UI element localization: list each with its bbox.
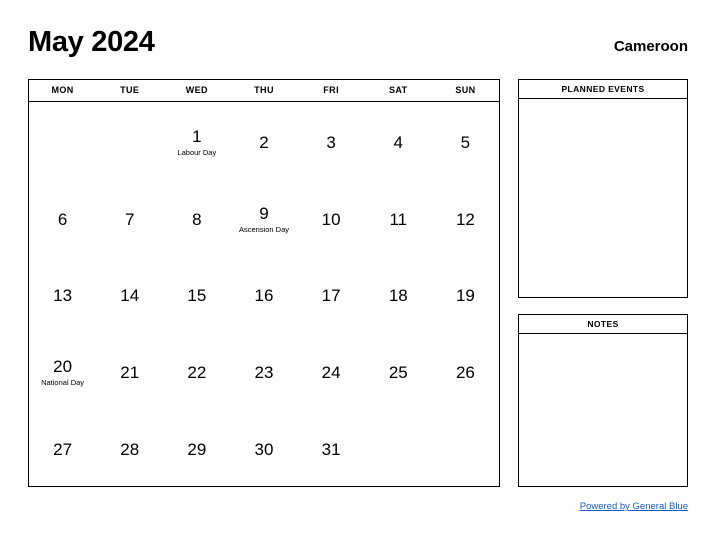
day-number: 29 bbox=[187, 440, 207, 460]
day-cell[interactable]: 7 bbox=[96, 179, 163, 256]
weekday-header-mon: MON bbox=[51, 85, 74, 95]
day-cell[interactable]: 29 bbox=[163, 409, 230, 486]
day-number: 1 bbox=[192, 126, 202, 146]
calendar-week-row: 20 National Day 21 22 23 24 25 26 bbox=[29, 332, 499, 409]
day-number: 25 bbox=[388, 363, 408, 383]
day-cell[interactable]: 16 bbox=[230, 256, 297, 333]
day-cell[interactable]: 14 bbox=[96, 256, 163, 333]
day-number: 6 bbox=[57, 209, 68, 229]
day-event-label: Ascension Day bbox=[238, 224, 289, 234]
page-title: May 2024 bbox=[28, 26, 155, 58]
calendar-week-row: 27 28 29 30 31 bbox=[29, 409, 499, 486]
calendar-week-row: 13 14 15 16 17 18 19 bbox=[29, 256, 499, 333]
calendar-page: May 2024 Cameroon MON TUE WED THU FRI SAT SUN … bbox=[0, 0, 712, 550]
day-cell[interactable]: 15 bbox=[163, 256, 230, 333]
weekday-header-thu: THU bbox=[254, 85, 274, 95]
day-number: 9 bbox=[259, 203, 269, 223]
powered-by-link[interactable]: Powered by General Blue bbox=[580, 501, 688, 512]
day-number: 20 bbox=[53, 357, 73, 377]
notes-title: NOTES bbox=[519, 315, 687, 334]
calendar-week-row: 1 Labour Day 2 3 4 5 bbox=[29, 102, 499, 179]
day-cell-empty bbox=[365, 409, 432, 486]
planned-events-panel: PLANNED EVENTS bbox=[518, 79, 688, 298]
day-cell[interactable]: 23 bbox=[230, 332, 297, 409]
page-header: May 2024 Cameroon bbox=[28, 28, 688, 68]
planned-events-body[interactable] bbox=[519, 99, 687, 297]
day-cell[interactable]: 17 bbox=[298, 256, 365, 333]
day-cell[interactable]: 25 bbox=[365, 332, 432, 409]
page-footer: Powered by General Blue bbox=[418, 496, 688, 514]
day-cell[interactable]: 24 bbox=[298, 332, 365, 409]
day-number: 12 bbox=[455, 209, 475, 229]
day-cell[interactable]: 30 bbox=[230, 409, 297, 486]
day-cell-empty bbox=[29, 102, 96, 179]
weekday-header-wed: WED bbox=[185, 85, 208, 95]
calendar-week-row: 6 7 8 9 Ascension Day 10 11 12 bbox=[29, 179, 499, 256]
day-cell[interactable]: 13 bbox=[29, 256, 96, 333]
day-number: 4 bbox=[393, 132, 403, 152]
day-number: 13 bbox=[53, 286, 73, 306]
day-cell[interactable]: 26 bbox=[432, 332, 499, 409]
day-cell[interactable]: 8 bbox=[163, 179, 230, 256]
day-cell[interactable]: 2 bbox=[230, 102, 297, 179]
day-number: 11 bbox=[389, 209, 408, 229]
notes-body[interactable] bbox=[519, 334, 687, 486]
calendar-grid: MON TUE WED THU FRI SAT SUN 1 Labour Day 2 3 4 5 6 7 8… bbox=[28, 79, 500, 487]
weekday-header-row: MON TUE WED THU FRI SAT SUN bbox=[29, 80, 499, 102]
day-cell[interactable]: 18 bbox=[365, 256, 432, 333]
day-cell[interactable]: 22 bbox=[163, 332, 230, 409]
day-cell[interactable]: 31 bbox=[298, 409, 365, 486]
day-number: 24 bbox=[321, 363, 341, 383]
day-number: 26 bbox=[455, 363, 475, 383]
day-cell[interactable]: 5 bbox=[432, 102, 499, 179]
day-number: 23 bbox=[254, 363, 274, 383]
day-number: 17 bbox=[321, 286, 341, 306]
day-number: 30 bbox=[254, 440, 274, 460]
day-number: 2 bbox=[259, 132, 269, 152]
weekday-header-sun: SUN bbox=[455, 85, 476, 95]
day-cell[interactable]: 3 bbox=[298, 102, 365, 179]
day-number: 15 bbox=[187, 286, 207, 306]
weekday-header-sat: SAT bbox=[389, 85, 408, 95]
day-number: 27 bbox=[53, 440, 73, 460]
day-number: 5 bbox=[460, 132, 471, 152]
weekday-header-fri: FRI bbox=[323, 85, 339, 95]
day-cell[interactable]: 21 bbox=[96, 332, 163, 409]
day-cell[interactable]: 19 bbox=[432, 256, 499, 333]
day-cell-empty bbox=[96, 102, 163, 179]
calendar-weeks: 1 Labour Day 2 3 4 5 6 7 8 9 Ascension Day 10 11 12 13… bbox=[29, 102, 499, 486]
day-cell-empty bbox=[432, 409, 499, 486]
day-number: 3 bbox=[326, 132, 336, 152]
day-number: 10 bbox=[321, 209, 341, 229]
day-number: 22 bbox=[187, 363, 207, 383]
day-cell[interactable]: 11 bbox=[365, 179, 432, 256]
day-event-label: National Day bbox=[41, 378, 85, 388]
day-number: 8 bbox=[192, 209, 202, 229]
weekday-header-tue: TUE bbox=[120, 85, 140, 95]
planned-events-title: PLANNED EVENTS bbox=[519, 80, 687, 99]
day-cell[interactable]: 1 Labour Day bbox=[163, 102, 230, 179]
day-number: 28 bbox=[120, 440, 140, 460]
country-label: Cameroon bbox=[613, 38, 688, 55]
day-cell[interactable]: 4 bbox=[365, 102, 432, 179]
day-number: 14 bbox=[120, 286, 140, 306]
day-event-label: Labour Day bbox=[177, 147, 217, 157]
day-cell[interactable]: 10 bbox=[298, 179, 365, 256]
day-cell[interactable]: 12 bbox=[432, 179, 499, 256]
day-cell[interactable]: 20 National Day bbox=[29, 332, 96, 409]
day-cell[interactable]: 9 Ascension Day bbox=[230, 179, 297, 256]
day-number: 21 bbox=[120, 363, 140, 383]
day-cell[interactable]: 28 bbox=[96, 409, 163, 486]
day-number: 18 bbox=[388, 286, 408, 306]
day-cell[interactable]: 27 bbox=[29, 409, 96, 486]
day-number: 19 bbox=[455, 286, 475, 306]
day-number: 7 bbox=[124, 209, 135, 229]
day-number: 16 bbox=[254, 286, 274, 306]
day-number: 31 bbox=[321, 440, 341, 460]
notes-panel: NOTES bbox=[518, 314, 688, 487]
day-cell[interactable]: 6 bbox=[29, 179, 96, 256]
